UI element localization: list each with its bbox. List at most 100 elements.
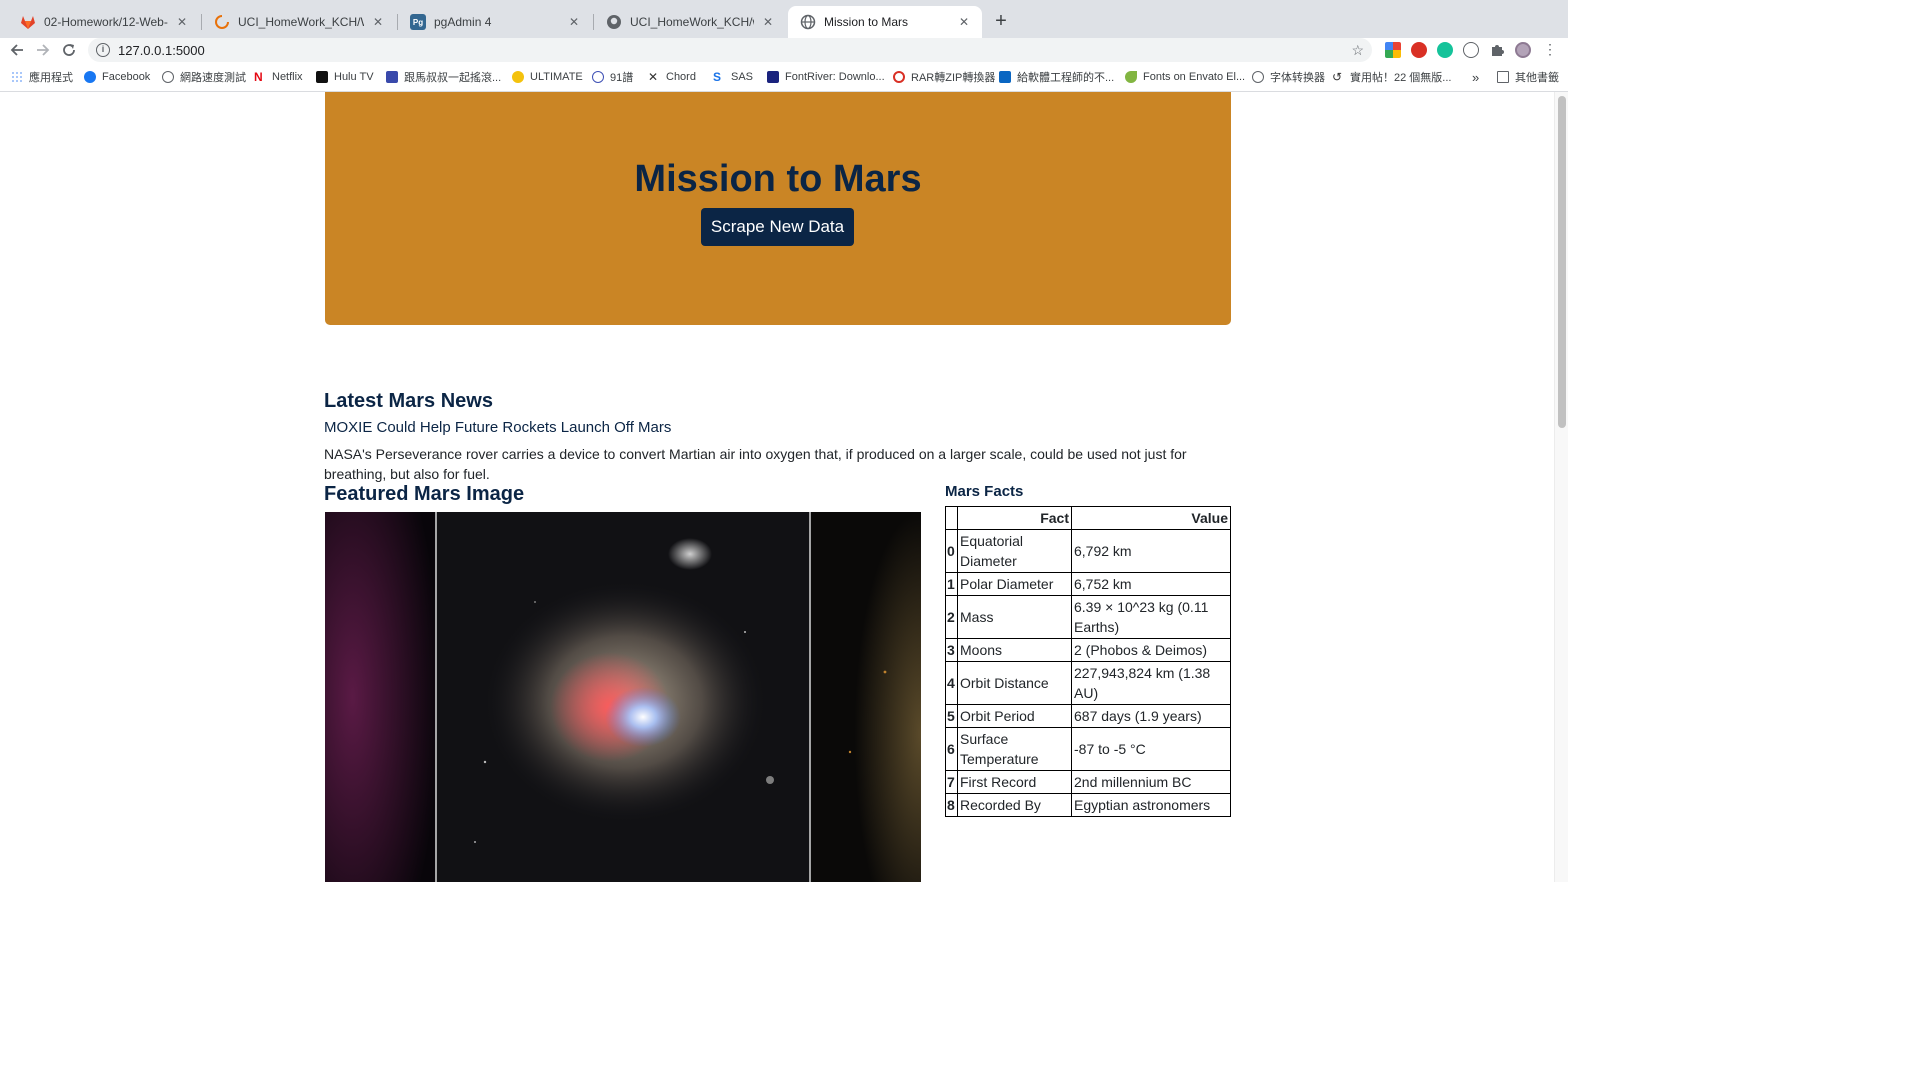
kebab-menu-icon[interactable]: ⋮ (1542, 42, 1558, 58)
envato-icon (1125, 71, 1137, 83)
row-index: 7 (945, 770, 958, 794)
github-icon (606, 14, 622, 30)
new-tab-button[interactable]: + (988, 9, 1014, 35)
value-cell: -87 to -5 °C (1071, 727, 1231, 771)
tab-title: pgAdmin 4 (434, 15, 492, 29)
page-scrollbar[interactable] (1554, 92, 1568, 882)
rar-zip-icon (893, 71, 905, 83)
close-tab-icon[interactable]: ✕ (174, 15, 190, 29)
ultimate-guitar-icon (512, 71, 524, 83)
row-index: 1 (945, 572, 958, 596)
table-row: 3 Moons 2 (Phobos & Deimos) (945, 638, 1231, 662)
bookmark-useful-post[interactable]: ↺ 實用帖！22 個無版... (1332, 69, 1451, 85)
arrow-left-icon (10, 44, 23, 56)
fact-cell: Recorded By (957, 793, 1072, 817)
row-index: 8 (945, 793, 958, 817)
table-row: 7 First Record 2nd millennium BC (945, 770, 1231, 794)
bookmark-star-icon[interactable]: ☆ (1351, 42, 1364, 59)
bookmark-netflix[interactable]: N Netflix (254, 69, 303, 85)
folder-icon (1497, 71, 1509, 83)
link-icon: ↺ (1332, 70, 1343, 84)
row-index: 3 (945, 638, 958, 662)
bookmark-fontriver[interactable]: FontRiver: Downlo... (767, 69, 885, 85)
tab-title: Mission to Mars (824, 15, 909, 29)
sas-icon: S (713, 70, 722, 84)
tab-title: UCI_HomeWork_KCH/web-scra (630, 15, 754, 29)
bookmark-speedtest[interactable]: 網路速度測試 (162, 69, 246, 85)
puzzle-icon[interactable] (1489, 42, 1505, 58)
tab-mission-to-mars[interactable]: Mission to Mars ✕ (788, 6, 982, 38)
bookmark-apps[interactable]: 應用程式 (11, 69, 73, 85)
close-tab-icon[interactable]: ✕ (370, 15, 386, 29)
address-bar[interactable]: i 127.0.0.1:5000 ☆ (88, 38, 1372, 62)
value-cell: 2nd millennium BC (1071, 770, 1231, 794)
tab-github-web-scraping[interactable]: UCI_HomeWork_KCH/web-scra ✕ (594, 6, 786, 38)
bookmark-rock[interactable]: 跟馬叔叔一起搖滾... (386, 69, 501, 85)
91pu-icon (592, 71, 604, 83)
bookmark-linkedin[interactable]: 給軟體工程師的不... (999, 69, 1114, 85)
close-tab-icon[interactable]: ✕ (956, 15, 972, 29)
fact-cell: First Record (957, 770, 1072, 794)
featured-image-heading: Featured Mars Image (324, 483, 525, 505)
scrape-new-data-button[interactable]: Scrape New Data (701, 208, 854, 246)
tab-strip: 02-Homework/12-Web-Scraping ✕ UCI_HomeWo… (0, 0, 1568, 38)
bookmark-hulu[interactable]: Hulu TV (316, 69, 374, 85)
fact-cell: Surface Temperature (957, 727, 1072, 771)
news-paragraph: NASA's Perseverance rover carries a devi… (324, 446, 1187, 482)
globe-icon (1252, 71, 1264, 83)
close-tab-icon[interactable]: ✕ (566, 15, 582, 29)
bookmark-91pu[interactable]: 91譜 (592, 69, 633, 85)
bookmark-rar-zip[interactable]: RAR轉ZIP轉換器 (893, 69, 995, 85)
tab-title: 02-Homework/12-Web-Scraping (44, 15, 168, 29)
reload-button[interactable] (58, 38, 80, 62)
extension-icon[interactable] (1385, 42, 1401, 58)
page-title: Mission to Mars (634, 158, 922, 200)
loading-icon (214, 14, 230, 30)
bookmark-ultimate[interactable]: ULTIMATE (512, 69, 583, 85)
table-header-row: Fact Value (945, 506, 1231, 530)
site-info-icon[interactable]: i (96, 43, 110, 57)
globe-icon (162, 71, 174, 83)
netflix-icon: N (254, 70, 263, 84)
grammarly-icon[interactable] (1437, 42, 1453, 58)
bookmark-envato[interactable]: Fonts on Envato El... (1125, 69, 1245, 85)
tab-title: UCI_HomeWork_KCH/Web-Des (238, 15, 364, 29)
tab-gitlab-homework[interactable]: 02-Homework/12-Web-Scraping ✕ (8, 6, 200, 38)
tab-web-design[interactable]: UCI_HomeWork_KCH/Web-Des ✕ (202, 6, 396, 38)
close-tab-icon[interactable]: ✕ (760, 15, 776, 29)
fact-cell: Orbit Period (957, 704, 1072, 728)
value-cell: 6,792 km (1071, 529, 1231, 573)
mars-facts-table: Fact Value 0 Equatorial Diameter 6,792 km … (945, 506, 1231, 817)
featured-mars-image (325, 512, 921, 882)
table-row: 0 Equatorial Diameter 6,792 km (945, 529, 1231, 573)
url-text[interactable]: 127.0.0.1:5000 (118, 43, 205, 58)
fact-cell: Polar Diameter (957, 572, 1072, 596)
scrollbar-thumb[interactable] (1558, 96, 1566, 428)
extension-icon[interactable] (1463, 42, 1479, 58)
arrow-right-icon (37, 44, 50, 56)
row-index: 4 (945, 661, 958, 705)
other-bookmarks[interactable]: 其他書籤 (1497, 69, 1559, 85)
news-heading: Latest Mars News (324, 390, 493, 412)
avatar[interactable] (1515, 42, 1531, 58)
table-row: 1 Polar Diameter 6,752 km (945, 572, 1231, 596)
bookmark-chord[interactable]: ✕ Chord (648, 69, 696, 85)
tab-pgadmin[interactable]: Pg pgAdmin 4 ✕ (398, 6, 592, 38)
bookmark-font-converter[interactable]: 字体转换器 (1252, 69, 1325, 85)
bookmark-sas[interactable]: S SAS (713, 69, 753, 85)
back-button[interactable] (6, 38, 28, 62)
extension-icon[interactable] (1411, 42, 1427, 58)
mars-facts-heading: Mars Facts (945, 483, 1024, 500)
column-header-value: Value (1071, 506, 1231, 530)
bookmark-facebook[interactable]: Facebook (84, 69, 150, 85)
linkedin-icon (999, 71, 1011, 83)
bookmarks-overflow-button[interactable]: » (1472, 69, 1479, 85)
table-row: 2 Mass 6.39 × 10^23 kg (0.11 Earths) (945, 595, 1231, 639)
hulu-icon (316, 71, 328, 83)
row-index: 5 (945, 704, 958, 728)
row-index: 0 (945, 529, 958, 573)
table-row: 6 Surface Temperature -87 to -5 °C (945, 727, 1231, 771)
forward-button[interactable] (32, 38, 54, 62)
facebook-icon (84, 71, 96, 83)
fact-cell: Equatorial Diameter (957, 529, 1072, 573)
